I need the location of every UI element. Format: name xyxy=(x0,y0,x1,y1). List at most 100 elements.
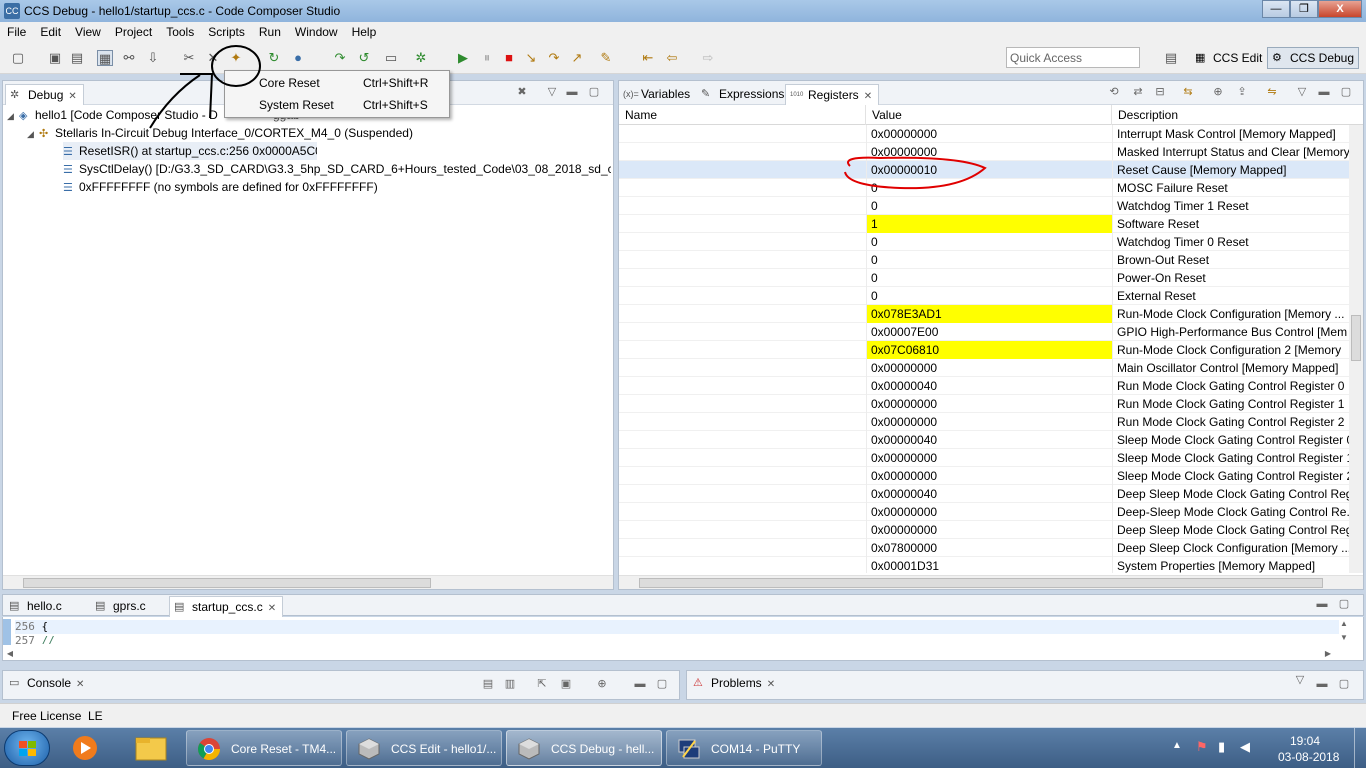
pin-console-icon[interactable]: ⇱ xyxy=(535,677,549,691)
media-player-icon[interactable] xyxy=(62,732,108,764)
open-console-icon[interactable]: ⊕ xyxy=(595,677,609,691)
menu-view[interactable]: View xyxy=(68,25,108,39)
step-over-2-icon[interactable]: ↷ xyxy=(546,50,562,66)
register-value[interactable]: 0x00000040 xyxy=(866,377,1112,395)
taskbar-putty[interactable]: COM14 - PuTTY xyxy=(666,730,822,766)
perspective-ccs-edit[interactable]: ▦ CCS Edit xyxy=(1190,47,1267,69)
display-console-icon[interactable]: ▣ xyxy=(559,677,573,691)
expand-twisty-icon[interactable]: ◢ xyxy=(7,107,19,124)
view-menu-icon[interactable]: ▽ xyxy=(545,85,559,99)
stop-icon[interactable]: ■ xyxy=(501,50,517,66)
run-icon[interactable]: ● xyxy=(290,50,306,66)
minimize-view-icon[interactable]: ▬ xyxy=(633,677,647,691)
register-row[interactable]: ▷10100101SYSCTL_SCGC10x00000000Sleep Mod… xyxy=(619,449,1349,467)
minimize-button[interactable]: — xyxy=(1262,0,1290,18)
menu-window[interactable]: Window xyxy=(288,25,345,39)
resume-icon[interactable]: ▶ xyxy=(455,50,471,66)
gear-icon[interactable]: ✲ xyxy=(413,50,429,66)
registers-vscroll-thumb[interactable] xyxy=(1351,315,1361,361)
reset-icon[interactable]: ✦ xyxy=(228,50,244,66)
tree-item-frame[interactable]: ☰ 0xFFFFFFFF (no symbols are defined for … xyxy=(63,178,378,196)
tab-variables[interactable]: (x)= Variables xyxy=(619,84,696,105)
register-value[interactable]: 0x00000000 xyxy=(866,521,1112,539)
register-value[interactable]: 0x00000000 xyxy=(866,413,1112,431)
close-tab-icon[interactable]: ✕ xyxy=(864,91,872,102)
show-desktop-button[interactable] xyxy=(1354,728,1366,768)
register-row[interactable]: ▷10100101SYSCTL_GPIOHBCTL0x00007E00GPIO … xyxy=(619,323,1349,341)
menu-project[interactable]: Project xyxy=(108,25,159,39)
register-value[interactable]: 0x078E3AD1 xyxy=(866,305,1112,323)
maximize-button[interactable]: ❐ xyxy=(1290,0,1318,18)
register-value[interactable]: 0x00000000 xyxy=(866,467,1112,485)
tab-hello-c[interactable]: ▤ hello.c xyxy=(5,596,68,617)
connect-icon[interactable]: ⚯ xyxy=(121,50,137,66)
battery-icon[interactable]: ▮ xyxy=(1218,739,1225,755)
column-name[interactable]: Name xyxy=(619,105,866,125)
maximize-view-icon[interactable]: ▢ xyxy=(1339,85,1353,99)
open-perspective-icon[interactable]: ▤ xyxy=(1163,50,1179,66)
menu-file[interactable]: File xyxy=(0,25,33,39)
pin-icon[interactable]: ✎ xyxy=(598,50,614,66)
expand-twisty-icon[interactable]: ◢ xyxy=(27,125,39,142)
code-line[interactable]: 256 { xyxy=(15,620,1339,634)
taskbar-ccs-debug[interactable]: CCS Debug - hell... xyxy=(506,730,662,766)
register-value[interactable]: 1 xyxy=(866,215,1112,233)
register-value[interactable]: 0 xyxy=(866,269,1112,287)
debug-hscroll[interactable] xyxy=(3,575,613,589)
tree-item-target[interactable]: ◢ ✣ Stellaris In-Circuit Debug Interface_0… xyxy=(27,124,413,142)
register-value[interactable]: 0 xyxy=(866,287,1112,305)
collapse-all-icon[interactable]: ⊟ xyxy=(1153,85,1167,99)
tree-item-frame[interactable]: ☰ SysCtlDelay() [D:/G3.3_SD_CARD\G3.3_5hp… xyxy=(63,160,611,178)
register-value[interactable]: 0x00000000 xyxy=(866,395,1112,413)
tab-console[interactable]: ▭ Console ✕ xyxy=(5,673,90,694)
register-value[interactable]: 0x00000000 xyxy=(866,359,1112,377)
tray-clock-date[interactable]: 03-08-2018 xyxy=(1278,750,1339,764)
tab-expressions[interactable]: ✎ Expressions xyxy=(697,84,790,105)
tree-item-session[interactable]: ◢ ◈ hello1 [Code Composer Studio - D xyxy=(7,106,218,124)
column-description[interactable]: Description xyxy=(1112,105,1365,125)
register-row[interactable]: 10100101SYSCTL_RESC_BOR0Brown-Out Reset xyxy=(619,251,1349,269)
register-row[interactable]: 10100101SYSCTL_RESC_EXT0External Reset xyxy=(619,287,1349,305)
suspend-icon[interactable]: ⏸ xyxy=(479,50,495,66)
close-button[interactable]: X xyxy=(1318,0,1362,18)
column-value[interactable]: Value xyxy=(866,105,1112,125)
register-row[interactable]: ▷10100101SYSCTL_MISC0x00000000Masked Int… xyxy=(619,143,1349,161)
register-row[interactable]: ▷10100101SYSCTL_DCGC10x00000000Deep-Slee… xyxy=(619,503,1349,521)
tray-clock-time[interactable]: 19:04 xyxy=(1290,734,1320,748)
register-value[interactable]: 0x00000000 xyxy=(866,143,1112,161)
forward-icon[interactable]: ⇨ xyxy=(700,50,716,66)
restart-icon[interactable]: ↻ xyxy=(266,50,282,66)
debug-view-icon[interactable]: ▦ xyxy=(97,50,113,66)
register-row[interactable]: ▷10100101SYSCTL_RCGC20x00000000Run Mode … xyxy=(619,413,1349,431)
register-row[interactable]: ▷10100101SYSCTL_SCGC20x00000000Sleep Mod… xyxy=(619,467,1349,485)
register-row[interactable]: 10100101SYSCTL_RESC_MOSCFAIL0MOSC Failur… xyxy=(619,179,1349,197)
register-row[interactable]: ▷10100101SYSCTL_DSLPCLKCFG0x07800000Deep… xyxy=(619,539,1349,557)
network-error-icon[interactable]: ⚑ xyxy=(1196,739,1208,755)
register-row[interactable]: ▷10100101SYSCTL_RCGC00x00000040Run Mode … xyxy=(619,377,1349,395)
new-icon[interactable]: ▢ xyxy=(10,50,26,66)
step-return-icon[interactable]: ↺ xyxy=(356,50,372,66)
tab-problems[interactable]: ⚠ Problems ✕ xyxy=(689,673,781,694)
tab-debug[interactable]: ✲ Debug ✕ xyxy=(5,84,84,105)
remove-terminated-icon[interactable]: ✖ xyxy=(515,85,529,99)
minimize-view-icon[interactable]: ▬ xyxy=(1315,597,1329,611)
perspective-ccs-debug[interactable]: ⚙ CCS Debug xyxy=(1267,47,1360,69)
register-value[interactable]: 0x00000040 xyxy=(866,431,1112,449)
menu-help[interactable]: Help xyxy=(345,25,384,39)
quick-access-input[interactable]: Quick Access xyxy=(1006,47,1140,68)
registers-hscroll-thumb[interactable] xyxy=(639,578,1323,588)
register-value[interactable]: 0x00000000 xyxy=(866,125,1112,143)
volume-icon[interactable]: ◀ xyxy=(1240,739,1250,755)
refresh-icon[interactable]: ⟲ xyxy=(1107,85,1121,99)
register-row[interactable]: 10100101SYSCTL_RESC_WDT10Watchdog Timer … xyxy=(619,197,1349,215)
menu-scripts[interactable]: Scripts xyxy=(201,25,252,39)
registers-hscroll[interactable] xyxy=(619,575,1363,589)
start-button[interactable] xyxy=(4,730,50,766)
view-menu-icon[interactable]: ▽ xyxy=(1295,85,1309,99)
back-icon[interactable]: ⇦ xyxy=(664,50,680,66)
load-program-icon[interactable]: ⇩ xyxy=(145,50,161,66)
menu-edit[interactable]: Edit xyxy=(33,25,68,39)
maximize-view-icon[interactable]: ▢ xyxy=(587,85,601,99)
register-value[interactable]: 0x00001D31 xyxy=(866,557,1112,573)
terminate-icon[interactable]: ✂ xyxy=(181,50,197,66)
